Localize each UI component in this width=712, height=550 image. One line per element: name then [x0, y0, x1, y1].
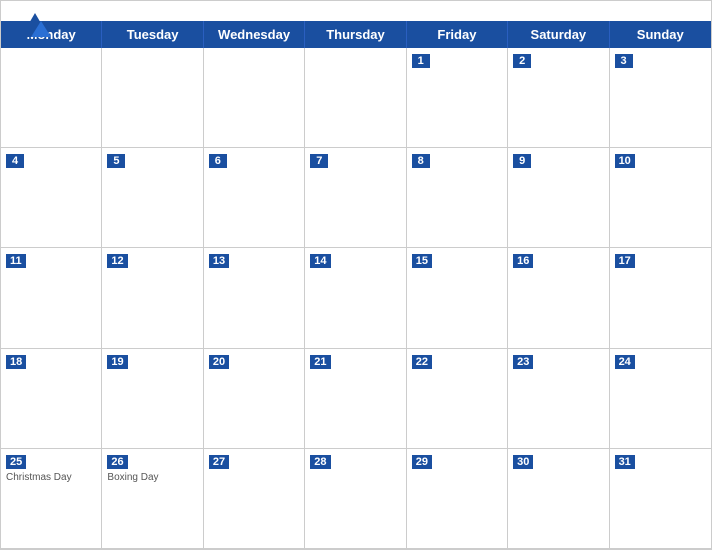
cell-date-number: 23: [513, 355, 533, 369]
calendar-cell: 21: [305, 349, 406, 449]
calendar-cell: 27: [204, 449, 305, 549]
days-header: MondayTuesdayWednesdayThursdayFridaySatu…: [1, 21, 711, 48]
cell-date-number: 17: [615, 254, 635, 268]
calendar-cell: 31: [610, 449, 711, 549]
calendar-cell: 12: [102, 248, 203, 348]
calendar-cell: 18: [1, 349, 102, 449]
cell-date-number: 31: [615, 455, 635, 469]
cell-date-number: 5: [107, 154, 125, 168]
calendar-cell: 5: [102, 148, 203, 248]
cell-date-number: 14: [310, 254, 330, 268]
calendar-cell: 6: [204, 148, 305, 248]
calendar-cell: 24: [610, 349, 711, 449]
calendar-header: [1, 1, 711, 21]
calendar-cell: 14: [305, 248, 406, 348]
calendar-cell: 10: [610, 148, 711, 248]
calendar-cell: 30: [508, 449, 609, 549]
cell-date-number: 16: [513, 254, 533, 268]
day-header-wednesday: Wednesday: [204, 21, 305, 48]
calendar-cell: 20: [204, 349, 305, 449]
calendar-cell: 2: [508, 48, 609, 148]
calendar-cell: 4: [1, 148, 102, 248]
cell-date-number: 13: [209, 254, 229, 268]
cell-date-number: 9: [513, 154, 531, 168]
cell-date-number: 15: [412, 254, 432, 268]
calendar-cell: [204, 48, 305, 148]
cell-date-number: 22: [412, 355, 432, 369]
cell-date-number: 11: [6, 254, 26, 268]
cell-date-number: 19: [107, 355, 127, 369]
calendar-cell: 3: [610, 48, 711, 148]
cell-date-number: 28: [310, 455, 330, 469]
calendar-cell: 11: [1, 248, 102, 348]
cell-date-number: 24: [615, 355, 635, 369]
calendar-cell: 1: [407, 48, 508, 148]
cell-date-number: 10: [615, 154, 635, 168]
cell-date-number: 8: [412, 154, 430, 168]
cell-date-number: 29: [412, 455, 432, 469]
calendar-cell: 16: [508, 248, 609, 348]
calendar-cell: 23: [508, 349, 609, 449]
calendar-cell: 25 Christmas Day: [1, 449, 102, 549]
cell-date-number: 3: [615, 54, 633, 68]
calendar-cell: 13: [204, 248, 305, 348]
calendar-cell: [305, 48, 406, 148]
cell-date-number: 21: [310, 355, 330, 369]
cell-date-number: 20: [209, 355, 229, 369]
cell-date-number: 7: [310, 154, 328, 168]
cell-date-number: 2: [513, 54, 531, 68]
cell-date-number: 4: [6, 154, 24, 168]
calendar-cell: 17: [610, 248, 711, 348]
calendar: MondayTuesdayWednesdayThursdayFridaySatu…: [0, 0, 712, 550]
cell-holiday-label: Boxing Day: [107, 472, 197, 483]
calendar-cell: 28: [305, 449, 406, 549]
calendar-grid: 1234567891011121314151617181920212223242…: [1, 48, 711, 549]
calendar-cell: 26 Boxing Day: [102, 449, 203, 549]
calendar-cell: 22: [407, 349, 508, 449]
cell-date-number: 12: [107, 254, 127, 268]
calendar-cell: 8: [407, 148, 508, 248]
day-header-friday: Friday: [407, 21, 508, 48]
calendar-cell: [1, 48, 102, 148]
cell-date-number: 26: [107, 455, 127, 469]
cell-holiday-label: Christmas Day: [6, 472, 96, 483]
cell-date-number: 25: [6, 455, 26, 469]
day-header-thursday: Thursday: [305, 21, 406, 48]
calendar-cell: [102, 48, 203, 148]
day-header-saturday: Saturday: [508, 21, 609, 48]
calendar-cell: 19: [102, 349, 203, 449]
cell-date-number: 18: [6, 355, 26, 369]
cell-date-number: 6: [209, 154, 227, 168]
calendar-cell: 7: [305, 148, 406, 248]
calendar-cell: 29: [407, 449, 508, 549]
calendar-cell: 9: [508, 148, 609, 248]
cell-date-number: 27: [209, 455, 229, 469]
cell-date-number: 1: [412, 54, 430, 68]
cell-date-number: 30: [513, 455, 533, 469]
logo: [17, 9, 55, 45]
day-header-tuesday: Tuesday: [102, 21, 203, 48]
day-header-sunday: Sunday: [610, 21, 711, 48]
calendar-cell: 15: [407, 248, 508, 348]
logo-mountain-icon: [17, 9, 53, 45]
